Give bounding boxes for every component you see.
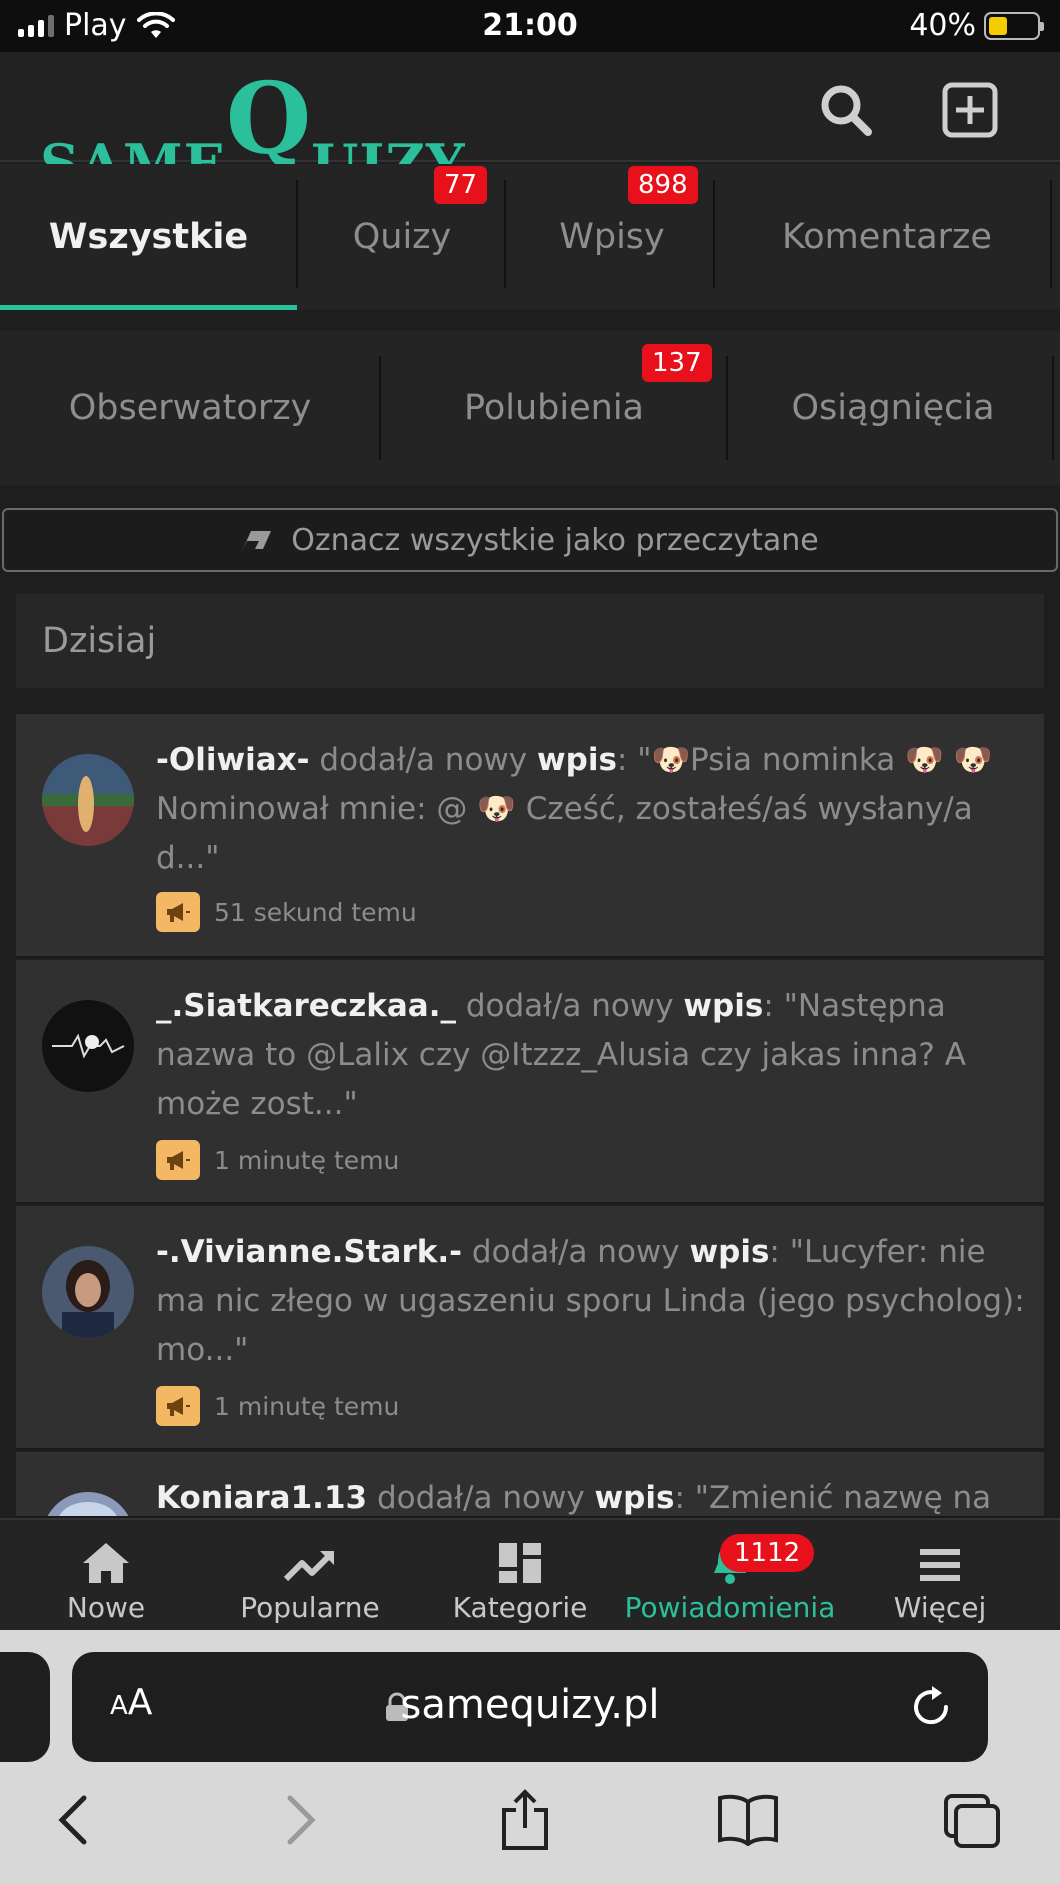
search-icon[interactable]	[816, 80, 876, 140]
clock: 21:00	[482, 8, 578, 43]
tab-wszystkie[interactable]: Wszystkie	[0, 164, 297, 310]
tab-osiagniecia[interactable]: Osiągnięcia	[728, 330, 1058, 486]
notification-text: -Oliwiax- dodał/a nowy wpis: "🐶Psia nomi…	[156, 742, 993, 876]
forward-arrow-icon[interactable]	[282, 1792, 322, 1848]
grid-icon	[499, 1543, 541, 1583]
quizy-count-badge: 77	[434, 166, 488, 204]
notification-text: _.Siatkareczkaa._ dodał/a nowy wpis: "Na…	[156, 988, 966, 1122]
notification-text: -.Vivianne.Stark.- dodał/a nowy wpis: "L…	[156, 1234, 1025, 1368]
wpisy-count-badge: 898	[628, 166, 698, 204]
notification-text: Koniara1.13 dodał/a nowy wpis: "Zmienić …	[156, 1480, 992, 1516]
nav-popularne[interactable]: Popularne	[204, 1520, 416, 1632]
user-link[interactable]: -.Vivianne.Stark.-	[156, 1234, 462, 1270]
nav-wiecej[interactable]: Więcej	[834, 1520, 1046, 1632]
menu-icon	[920, 1549, 960, 1581]
home-icon	[83, 1543, 129, 1583]
notification-item[interactable]: -Oliwiax- dodał/a nowy wpis: "🐶Psia nomi…	[16, 714, 1044, 958]
previous-tab-pill[interactable]	[0, 1652, 50, 1762]
site-header: SAMEQUIZY	[0, 52, 1060, 196]
share-icon[interactable]	[498, 1788, 552, 1852]
tabs-icon[interactable]	[942, 1792, 1002, 1850]
samequizy-logo[interactable]: SAMEQUIZY	[40, 62, 466, 196]
notification-type-tabs: Wszystkie Quizy Wpisy Komentarze 77 898	[0, 164, 1060, 310]
avatar[interactable]	[42, 1000, 134, 1092]
tab-komentarze[interactable]: Komentarze	[717, 164, 1057, 310]
status-bar: Play 21:00 40%	[0, 0, 1060, 52]
user-link[interactable]: Koniara1.13	[156, 1480, 367, 1516]
active-tab-indicator	[0, 305, 297, 310]
entry-link[interactable]: wpis	[683, 988, 763, 1024]
notification-category-tabs: Obserwatorzy Polubienia Osiągnięcia 137	[0, 330, 1060, 486]
avatar[interactable]	[42, 754, 134, 846]
address-bar[interactable]: AA samequizy.pl	[72, 1652, 988, 1762]
back-arrow-icon[interactable]	[52, 1792, 92, 1848]
entry-link[interactable]: wpis	[537, 742, 617, 778]
avatar[interactable]	[42, 1246, 134, 1338]
nav-nowe[interactable]: Nowe	[0, 1520, 212, 1632]
polubienia-count-badge: 137	[642, 344, 712, 382]
megaphone-icon	[156, 892, 200, 932]
bookmarks-icon[interactable]	[716, 1792, 780, 1846]
url-text: samequizy.pl	[400, 1682, 660, 1728]
bottom-navigation: Nowe Popularne Kategorie Powiadomienia W…	[0, 1518, 1060, 1630]
notification-time: 51 sekund temu	[214, 897, 417, 927]
battery-icon	[984, 11, 1044, 40]
tab-obserwatorzy[interactable]: Obserwatorzy	[0, 330, 380, 486]
browser-toolbar: AA samequizy.pl	[0, 1630, 1060, 1884]
trending-icon	[283, 1551, 334, 1582]
megaphone-icon	[156, 1140, 200, 1180]
eraser-icon	[243, 531, 272, 549]
notification-time: 1 minutę temu	[214, 1145, 400, 1175]
entry-link[interactable]: wpis	[595, 1480, 675, 1516]
nav-kategorie[interactable]: Kategorie	[414, 1520, 626, 1632]
day-header: Dzisiaj	[16, 594, 1044, 688]
notification-item[interactable]: Koniara1.13 dodał/a nowy wpis: "Zmienić …	[16, 1452, 1044, 1518]
mark-all-read-button[interactable]: Oznacz wszystkie jako przeczytane	[2, 508, 1058, 572]
reload-icon[interactable]	[908, 1684, 954, 1730]
megaphone-icon	[156, 1386, 200, 1426]
notification-item[interactable]: _.Siatkareczkaa._ dodał/a nowy wpis: "Na…	[16, 960, 1044, 1204]
notification-time: 1 minutę temu	[214, 1391, 400, 1421]
notifications-count-badge: 1112	[720, 1534, 815, 1572]
battery-percent: 40%	[909, 8, 976, 43]
notification-item[interactable]: -.Vivianne.Stark.- dodał/a nowy wpis: "L…	[16, 1206, 1044, 1450]
user-link[interactable]: _.Siatkareczkaa._	[156, 988, 456, 1024]
add-icon[interactable]	[940, 80, 1000, 140]
user-link[interactable]: -Oliwiax-	[156, 742, 310, 778]
avatar[interactable]	[42, 1492, 134, 1516]
entry-link[interactable]: wpis	[689, 1234, 769, 1270]
